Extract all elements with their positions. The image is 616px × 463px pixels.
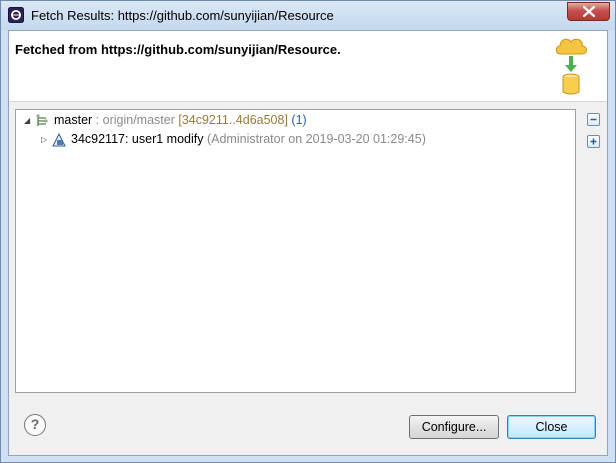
window-title: Fetch Results: https://github.com/sunyij… bbox=[31, 8, 334, 23]
help-icon: ? bbox=[30, 416, 40, 432]
tree-row-commit[interactable]: ▷ 34c92117: user1 modify (Administrator … bbox=[41, 130, 426, 148]
title-bar[interactable]: Fetch Results: https://github.com/sunyij… bbox=[1, 1, 615, 30]
close-icon bbox=[583, 6, 595, 17]
ref-name: master bbox=[54, 113, 93, 127]
message-banner: Fetched from https://github.com/sunyijia… bbox=[9, 31, 607, 102]
expanded-arrow-icon[interactable]: ◢ bbox=[24, 112, 34, 130]
collapse-all-button[interactable] bbox=[587, 113, 600, 126]
eclipse-icon bbox=[8, 7, 24, 23]
fetch-results-tree[interactable]: ◢ master : origin/master [34c9211..4d6a5… bbox=[15, 109, 576, 393]
configure-button[interactable]: Configure... bbox=[409, 415, 499, 439]
tree-row-ref[interactable]: ◢ master : origin/master [34c9211..4d6a5… bbox=[24, 111, 307, 129]
expand-all-button[interactable] bbox=[587, 135, 600, 148]
window-close-button[interactable] bbox=[567, 2, 610, 21]
banner-message: Fetched from https://github.com/sunyijia… bbox=[15, 42, 341, 57]
collapsed-arrow-icon[interactable]: ▷ bbox=[41, 131, 51, 149]
expand-all-icon bbox=[590, 138, 597, 145]
close-button[interactable]: Close bbox=[507, 415, 596, 439]
fetch-results-dialog: Fetch Results: https://github.com/sunyij… bbox=[0, 0, 616, 463]
collapse-all-icon bbox=[590, 118, 597, 121]
commit-icon bbox=[52, 132, 66, 147]
branch-ref-icon bbox=[36, 114, 48, 126]
ref-mapping: : origin/master bbox=[92, 113, 179, 127]
cloud-fetch-icon bbox=[555, 38, 587, 95]
commit-id-message: 34c92117: user1 modify bbox=[71, 132, 204, 146]
help-button[interactable]: ? bbox=[24, 414, 46, 436]
ref-count: (1) bbox=[287, 113, 307, 127]
ref-range: [34c9211..4d6a508] bbox=[178, 113, 288, 127]
dialog-content: Fetched from https://github.com/sunyijia… bbox=[8, 30, 608, 456]
commit-meta: (Administrator on 2019-03-20 01:29:45) bbox=[203, 132, 426, 146]
